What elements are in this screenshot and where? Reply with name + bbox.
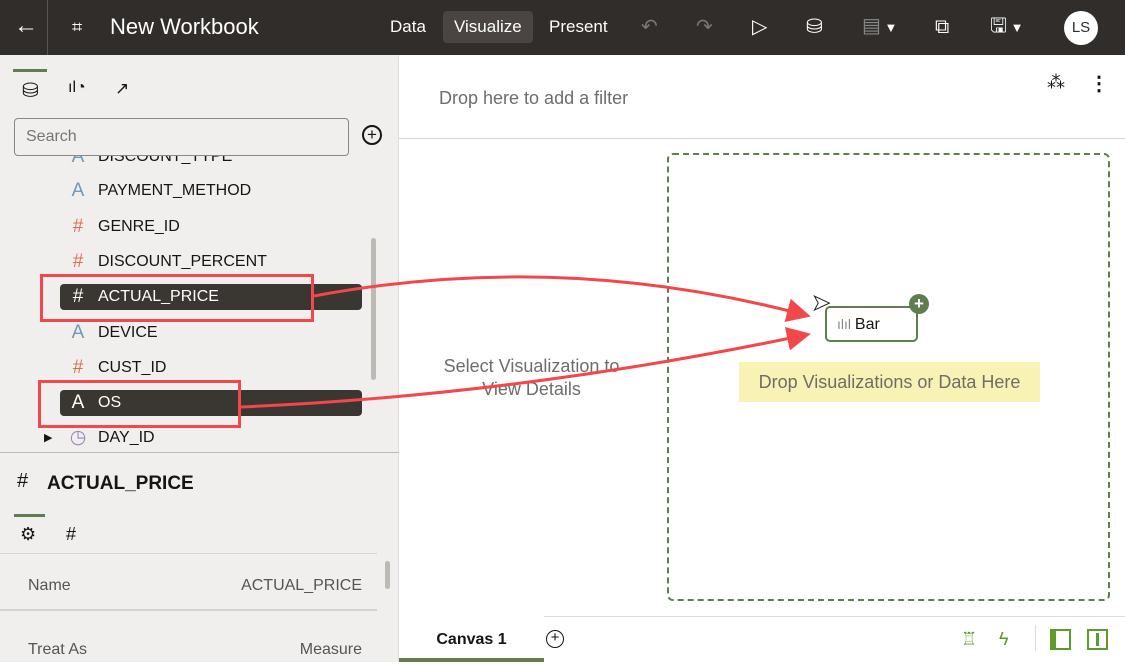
annotation-arrows xyxy=(240,275,811,409)
arrow-os xyxy=(240,326,811,409)
arrow-actual-price xyxy=(313,275,811,322)
